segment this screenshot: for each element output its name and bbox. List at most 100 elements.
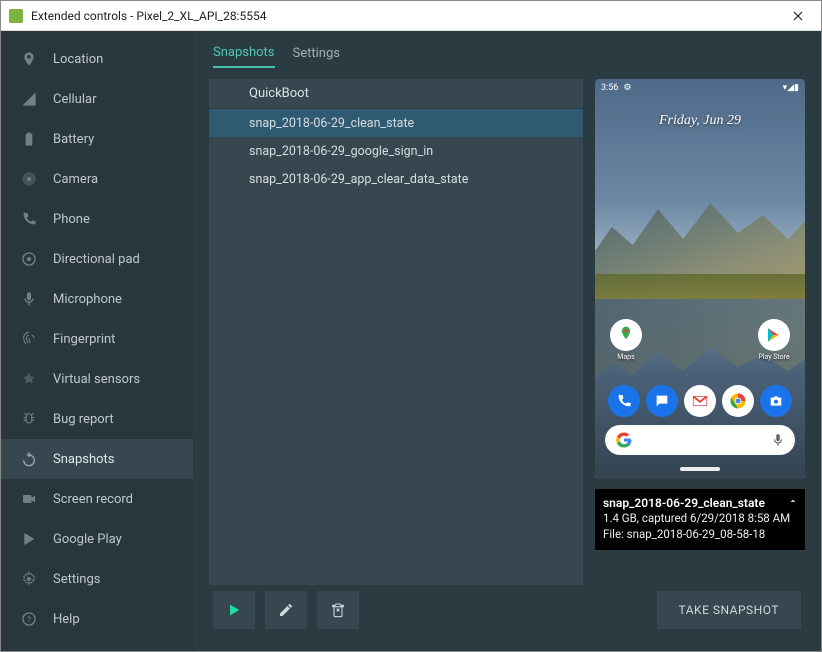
main-area: Snapshots Settings QuickBoot snap_2018-0… <box>193 31 821 651</box>
settings-icon <box>19 569 39 589</box>
phone-preview: 3:56 ⚙ ▾◢▮ Friday, Jun 29 Maps <box>595 79 805 479</box>
titlebar: Extended controls - Pixel_2_XL_API_28:55… <box>1 1 821 31</box>
sidebar-item-google-play[interactable]: Google Play <box>1 519 193 559</box>
snapshot-item[interactable]: snap_2018-06-29_google_sign_in <box>209 137 583 165</box>
dpad-icon <box>19 249 39 269</box>
snapshot-item[interactable]: snap_2018-06-29_app_clear_data_state <box>209 165 583 193</box>
gear-icon: ⚙ <box>623 83 631 93</box>
fingerprint-icon <box>19 329 39 349</box>
sidebar-item-label: Virtual sensors <box>53 372 140 387</box>
sidebar-item-label: Screen record <box>53 492 133 507</box>
dock-messages-icon <box>646 385 678 417</box>
phone-searchbar <box>605 425 795 455</box>
dock-phone-icon <box>608 385 640 417</box>
close-button[interactable] <box>775 1 821 30</box>
sidebar-item-label: Snapshots <box>53 452 115 467</box>
sidebar-item-cellular[interactable]: Cellular <box>1 79 193 119</box>
sidebar-item-bug-report[interactable]: Bug report <box>1 399 193 439</box>
sensors-icon <box>19 369 39 389</box>
sidebar: Location Cellular Battery Camera Phone D… <box>1 31 193 651</box>
sidebar-item-label: Help <box>53 612 80 627</box>
run-snapshot-button[interactable] <box>213 591 255 629</box>
home-apps: Maps Play Store <box>595 319 805 363</box>
mic-icon <box>19 289 39 309</box>
sidebar-item-location[interactable]: Location <box>1 39 193 79</box>
sidebar-item-camera[interactable]: Camera <box>1 159 193 199</box>
window-title: Extended controls - Pixel_2_XL_API_28:55… <box>31 9 775 23</box>
chevron-up-icon <box>787 495 799 512</box>
bottom-toolbar: TAKE SNAPSHOT <box>209 585 805 635</box>
sidebar-item-fingerprint[interactable]: Fingerprint <box>1 319 193 359</box>
record-icon <box>19 489 39 509</box>
sidebar-item-label: Cellular <box>53 92 96 107</box>
snapshot-item[interactable]: snap_2018-06-29_clean_state <box>209 109 583 137</box>
snapshot-header[interactable]: QuickBoot <box>209 79 583 109</box>
sidebar-item-label: Battery <box>53 132 94 147</box>
nav-pill <box>680 467 720 471</box>
location-icon <box>19 49 39 69</box>
sidebar-item-label: Microphone <box>53 292 122 307</box>
sidebar-item-snapshots[interactable]: Snapshots <box>1 439 193 479</box>
mic-icon <box>771 433 785 447</box>
wifi-icon: ▾◢▮ <box>783 83 799 93</box>
snapshot-info[interactable]: snap_2018-06-29_clean_state 1.4 GB, capt… <box>595 489 805 550</box>
dock-chrome-icon <box>722 385 754 417</box>
help-icon: ? <box>19 609 39 629</box>
tabs: Snapshots Settings <box>209 41 805 71</box>
app-play-store: Play Store <box>757 319 791 363</box>
delete-snapshot-button[interactable] <box>317 591 359 629</box>
phone-statusbar: 3:56 ⚙ ▾◢▮ <box>595 79 805 97</box>
tab-snapshots[interactable]: Snapshots <box>213 45 275 68</box>
google-g-icon <box>615 431 633 449</box>
sidebar-item-screen-record[interactable]: Screen record <box>1 479 193 519</box>
trash-icon <box>330 602 346 618</box>
app-label: Play Store <box>758 353 789 361</box>
sidebar-item-phone[interactable]: Phone <box>1 199 193 239</box>
content-row: QuickBoot snap_2018-06-29_clean_state sn… <box>209 79 805 585</box>
camera-icon <box>19 169 39 189</box>
tab-settings[interactable]: Settings <box>293 46 340 67</box>
sidebar-item-virtual-sensors[interactable]: Virtual sensors <box>1 359 193 399</box>
cellular-icon <box>19 89 39 109</box>
svg-text:?: ? <box>27 615 31 625</box>
sidebar-item-battery[interactable]: Battery <box>1 119 193 159</box>
sidebar-item-label: Location <box>53 52 103 67</box>
phone-date: Friday, Jun 29 <box>595 113 805 129</box>
play-icon <box>226 602 242 618</box>
snapshot-list: QuickBoot snap_2018-06-29_clean_state sn… <box>209 79 583 585</box>
dock-camera-icon <box>760 385 792 417</box>
app-icon <box>9 9 23 23</box>
maps-icon <box>610 319 642 351</box>
sidebar-item-label: Bug report <box>53 412 114 427</box>
app-maps: Maps <box>609 319 643 363</box>
close-icon <box>793 11 803 21</box>
play-store-icon <box>758 319 790 351</box>
window: Extended controls - Pixel_2_XL_API_28:55… <box>0 0 822 652</box>
snapshot-icon <box>19 449 39 469</box>
body: Location Cellular Battery Camera Phone D… <box>1 31 821 651</box>
sidebar-item-label: Fingerprint <box>53 332 115 347</box>
sidebar-item-label: Settings <box>53 572 100 587</box>
statusbar-time: 3:56 <box>601 83 618 93</box>
sidebar-item-label: Camera <box>53 172 98 187</box>
sidebar-item-settings[interactable]: Settings <box>1 559 193 599</box>
app-label: Maps <box>617 353 634 361</box>
sidebar-item-label: Google Play <box>53 532 122 547</box>
edit-snapshot-button[interactable] <box>265 591 307 629</box>
sidebar-item-help[interactable]: ? Help <box>1 599 193 639</box>
bug-icon <box>19 409 39 429</box>
sidebar-item-label: Phone <box>53 212 90 227</box>
sidebar-item-microphone[interactable]: Microphone <box>1 279 193 319</box>
info-meta: 1.4 GB, captured 6/29/2018 8:58 AM <box>603 511 797 527</box>
phone-icon <box>19 209 39 229</box>
play-icon <box>19 529 39 549</box>
preview-column: 3:56 ⚙ ▾◢▮ Friday, Jun 29 Maps <box>595 79 805 585</box>
pencil-icon <box>278 602 294 618</box>
sidebar-item-dpad[interactable]: Directional pad <box>1 239 193 279</box>
battery-icon <box>19 129 39 149</box>
take-snapshot-button[interactable]: TAKE SNAPSHOT <box>657 591 801 629</box>
dock-gmail-icon <box>684 385 716 417</box>
info-name: snap_2018-06-29_clean_state <box>603 495 797 511</box>
info-file: File: snap_2018-06-29_08-58-18 <box>603 527 797 543</box>
sidebar-item-label: Directional pad <box>53 252 140 267</box>
